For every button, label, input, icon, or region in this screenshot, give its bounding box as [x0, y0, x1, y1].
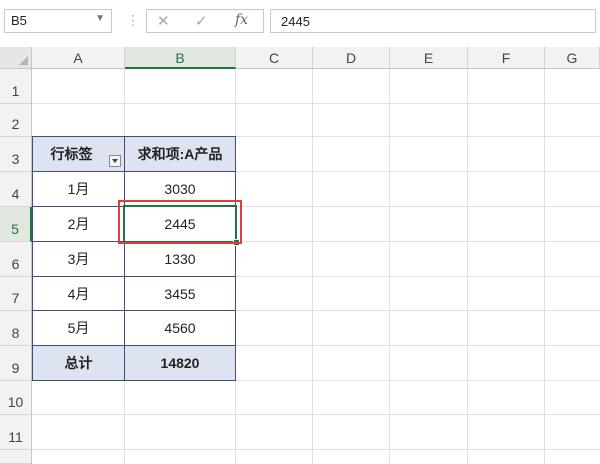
row-header-2[interactable]: 2: [0, 104, 32, 137]
formula-bar: B5 ▼ ⋮ ✕ ✓ fx 2445: [0, 0, 600, 44]
pivot-row-label[interactable]: 3月: [32, 241, 125, 277]
close-icon[interactable]: ✕: [157, 12, 170, 30]
column-header-f[interactable]: F: [468, 47, 545, 69]
row-number: 9: [11, 360, 20, 376]
column-header-b[interactable]: B: [125, 47, 236, 69]
pivot-row-value[interactable]: 1330: [124, 241, 236, 277]
column-header-c[interactable]: C: [236, 47, 313, 69]
row-header-4[interactable]: 4: [0, 172, 32, 207]
row-header-1[interactable]: 1: [0, 69, 32, 104]
pivot-row-label[interactable]: 2月: [32, 206, 125, 242]
checkmark-icon[interactable]: ✓: [195, 12, 208, 30]
row-header-9[interactable]: 9: [0, 346, 32, 381]
formula-buttons: ✕ ✓ fx: [146, 9, 264, 33]
chevron-down-icon[interactable]: ▼: [95, 13, 105, 24]
row-header-8[interactable]: 8: [0, 311, 32, 346]
row-number: 5: [11, 221, 19, 237]
pivot-row-label-text: 行标签: [50, 146, 93, 162]
select-all-button[interactable]: [0, 47, 32, 69]
select-all-icon: [19, 56, 28, 65]
pivot-row-value[interactable]: 4560: [124, 310, 236, 346]
row-header-12[interactable]: [0, 450, 32, 464]
row-number: 4: [11, 186, 20, 202]
pivot-total-label[interactable]: 总计: [32, 345, 125, 381]
formula-value: 2445: [281, 14, 310, 29]
pivot-row-label-header[interactable]: 行标签: [32, 136, 125, 172]
row-number: 2: [11, 116, 20, 132]
name-box-value: B5: [11, 13, 27, 28]
fx-icon[interactable]: fx: [235, 12, 248, 28]
filter-dropdown-icon[interactable]: [109, 155, 121, 167]
row-number: 1: [11, 83, 20, 99]
pivot-row-label[interactable]: 5月: [32, 310, 125, 346]
highlight-box: [118, 200, 242, 244]
row-number: 6: [11, 256, 20, 272]
row-header-11[interactable]: 11: [0, 415, 32, 450]
column-header-d[interactable]: D: [313, 47, 390, 69]
row-header-7[interactable]: 7: [0, 277, 32, 311]
column-header-a[interactable]: A: [32, 47, 125, 69]
row-header-10[interactable]: 10: [0, 381, 32, 415]
pivot-row-label[interactable]: 4月: [32, 276, 125, 311]
row-number: 10: [7, 394, 24, 410]
row-number: 3: [11, 151, 20, 167]
row-number: 11: [8, 429, 23, 445]
row-number: 7: [11, 290, 20, 306]
row-header-5[interactable]: 5: [0, 207, 32, 242]
row-header-6[interactable]: 6: [0, 242, 32, 277]
column-header-e[interactable]: E: [390, 47, 468, 69]
pivot-value-header[interactable]: 求和项:A产品: [124, 136, 236, 172]
row-number: 8: [11, 325, 20, 341]
cell-area[interactable]: 行标签 求和项:A产品 1月 3030 2月 2445 3月 1330 4月 3…: [32, 69, 600, 464]
drag-handle-icon[interactable]: ⋮: [126, 12, 140, 29]
column-header-g[interactable]: G: [545, 47, 600, 69]
name-box[interactable]: B5 ▼: [4, 9, 112, 33]
pivot-row-value[interactable]: 3455: [124, 276, 236, 311]
pivot-total-value[interactable]: 14820: [124, 345, 236, 381]
row-header-3[interactable]: 3: [0, 137, 32, 172]
pivot-row-label[interactable]: 1月: [32, 171, 125, 207]
formula-input[interactable]: 2445: [270, 9, 596, 33]
